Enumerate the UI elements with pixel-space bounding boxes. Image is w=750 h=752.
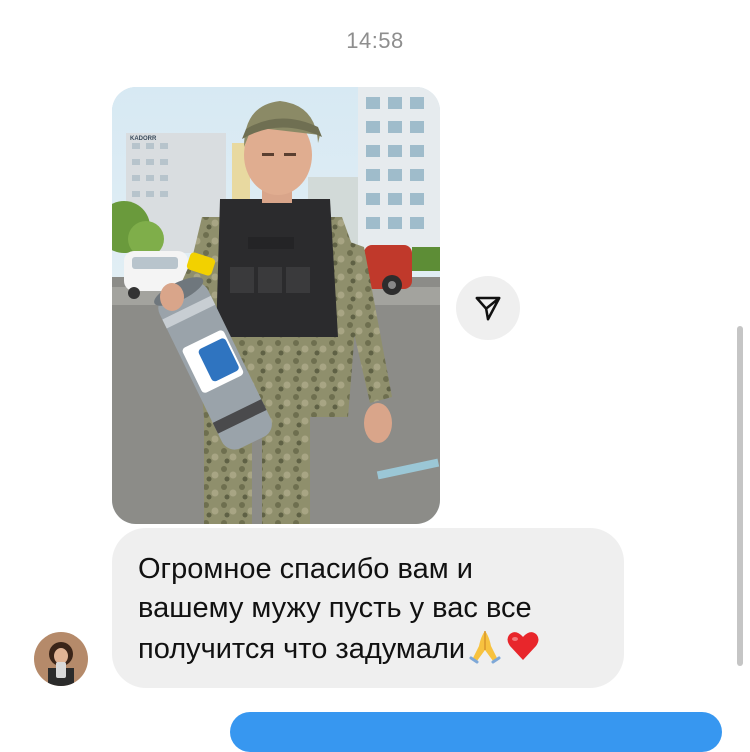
message-line-2: вашему мужу пусть у вас все (138, 592, 532, 624)
share-button[interactable] (456, 276, 520, 340)
avatar-image (34, 632, 88, 686)
photo-message[interactable]: KADORR (112, 87, 440, 524)
building-sign: KADORR (130, 136, 157, 142)
red-heart-icon (507, 632, 539, 660)
outgoing-message-bubble[interactable] (230, 712, 722, 752)
message-line-3-text: получится что задумали (138, 633, 466, 665)
send-icon (475, 296, 501, 321)
scrollbar[interactable] (737, 326, 743, 666)
text-message-bubble[interactable]: Огромное спасибо вам и вашему мужу пусть… (112, 528, 624, 688)
message-line-1: Огромное спасибо вам и (138, 553, 473, 585)
folded-hands-icon (469, 631, 501, 664)
message-timestamp: 14:58 (346, 28, 404, 53)
message-line-3: получится что задумали (138, 628, 604, 669)
soldier-photo: KADORR (112, 87, 440, 524)
avatar[interactable] (34, 632, 88, 686)
